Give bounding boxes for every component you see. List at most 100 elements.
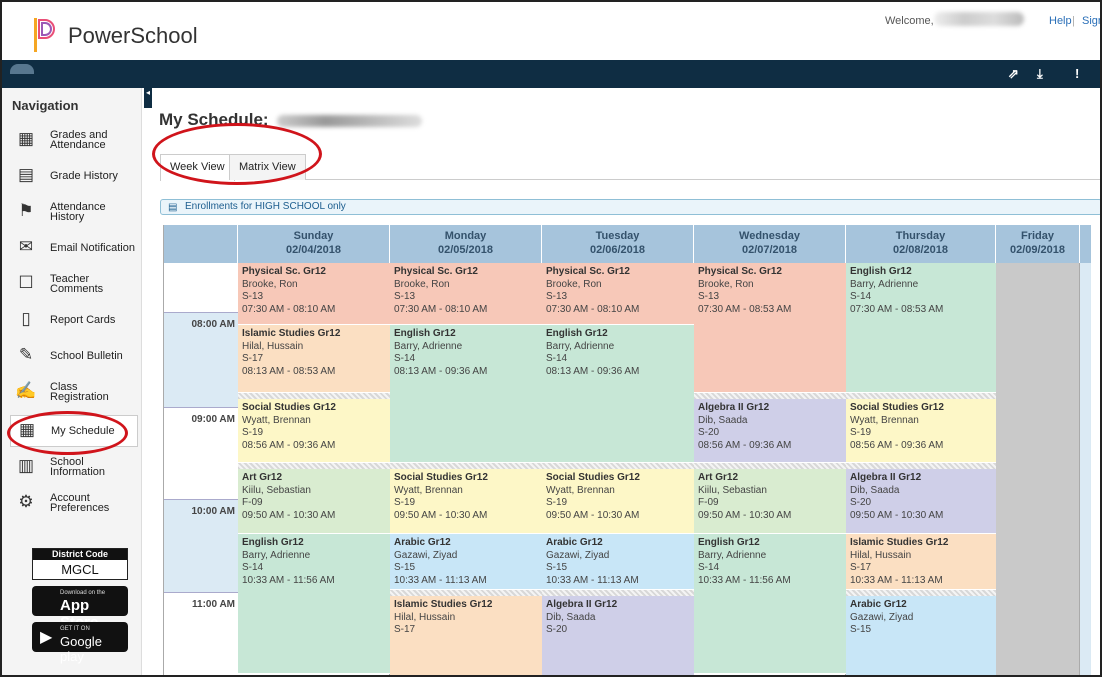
class-block[interactable]: Art Gr12 Kiilu, Sebastian F-09 09:50 AM - 1… — [694, 469, 846, 534]
teacher-name: Brooke, Ron — [394, 278, 450, 290]
class-block[interactable]: Islamic Studies Gr12 Hilal, Hussain S-17 10… — [846, 534, 996, 590]
district-code-badge: District Code MGCL — [32, 548, 128, 580]
class-block[interactable]: English Gr12 Barry, Adrienne S-14 10:33 AM … — [694, 534, 846, 674]
course-name: Islamic Studies Gr12 — [850, 537, 949, 548]
teacher-name: Hilal, Hussain — [850, 549, 912, 561]
sidebar-item-attendance[interactable]: ⚑ Attendance History — [10, 197, 138, 229]
class-block[interactable]: Arabic Gr12 Gazawi, Ziyad S-15 — [846, 596, 996, 675]
class-block[interactable]: English Gr12 Barry, Adrienne S-14 07:30 AM … — [846, 263, 996, 393]
teacher-name: Barry, Adrienne — [850, 278, 919, 290]
sidebar-item-comments[interactable]: ☐ Teacher Comments — [10, 269, 138, 301]
school-icon: ▥ — [17, 456, 35, 475]
time-slot: 08:00 AM — [164, 313, 238, 408]
room-number: S-13 — [242, 291, 264, 302]
app-store-badge[interactable]: Download on the App Store — [32, 586, 128, 631]
day-date: 02/07/2018 — [741, 244, 798, 256]
room-number: S-15 — [850, 624, 872, 635]
room-number: S-17 — [242, 353, 264, 364]
time-label: 09:00 AM — [191, 414, 235, 425]
sidebar-item-school-info[interactable]: ▥ School Information — [10, 452, 138, 484]
course-name: Algebra II Gr12 — [546, 599, 618, 610]
room-number: S-17 — [394, 624, 416, 635]
teacher-name: Wyatt, Brennan — [242, 414, 311, 426]
schedule-grid: Sunday 02/04/2018 Monday 02/05/2018 Tuesday 0… — [163, 225, 1091, 675]
room-number: S-14 — [546, 353, 568, 364]
report-cards-icon: ▯ — [21, 309, 31, 328]
sidebar-item-bulletin[interactable]: ✎ School Bulletin — [10, 341, 138, 373]
class-block[interactable]: Algebra II Gr12 Dib, Saada S-20 — [542, 596, 694, 675]
room-number: S-14 — [242, 562, 264, 573]
course-name: Social Studies Gr12 — [242, 402, 336, 413]
tab-week-view[interactable]: Week View — [160, 154, 235, 181]
room-number: S-13 — [546, 291, 568, 302]
class-time: 07:30 AM - 08:10 AM — [242, 303, 336, 315]
sidebar-item-grades[interactable]: ▦ Grades and Attendance — [10, 125, 138, 157]
room-number: S-19 — [546, 497, 568, 508]
class-time: 08:56 AM - 09:36 AM — [242, 439, 336, 451]
sidebar-item-email[interactable]: ✉ Email Notification — [10, 233, 138, 265]
class-block[interactable]: English Gr12 Barry, Adrienne S-14 08:13 AM … — [542, 325, 694, 463]
course-name: Islamic Studies Gr12 — [394, 599, 493, 610]
teacher-name: Gazawi, Ziyad — [850, 611, 914, 623]
course-name: Physical Sc. Gr12 — [394, 266, 478, 277]
course-name: Arabic Gr12 — [850, 599, 907, 610]
day-header: Tuesday 02/06/2018 — [542, 225, 694, 263]
class-block[interactable]: Algebra II Gr12 Dib, Saada S-20 09:50 AM - … — [846, 469, 996, 534]
sidebar-item-account-prefs[interactable]: ⚙ Account Preferences — [10, 488, 138, 520]
class-block[interactable]: Social Studies Gr12 Wyatt, Brennan S-19 09:… — [542, 469, 694, 534]
teacher-name: Hilal, Hussain — [242, 340, 304, 352]
google-play-badge[interactable]: ▶ GET IT ON Google play — [32, 622, 128, 664]
class-block[interactable]: Physical Sc. Gr12 Brooke, Ron S-13 07:30 AM… — [390, 263, 542, 325]
grade-history-icon: ▤ — [17, 165, 35, 184]
class-time: 08:13 AM - 09:36 AM — [546, 365, 640, 377]
class-time: 07:30 AM - 08:10 AM — [394, 303, 488, 315]
download-icon[interactable]: ⤓ — [1037, 66, 1043, 82]
collapse-sidebar-icon[interactable]: ◂ — [144, 88, 152, 108]
class-block[interactable]: Physical Sc. Gr12 Brooke, Ron S-13 07:30 AM… — [542, 263, 694, 325]
day-date: 02/05/2018 — [437, 244, 494, 256]
class-block[interactable]: Islamic Studies Gr12 Hilal, Hussain S-17 08… — [238, 325, 390, 393]
external-link-icon[interactable]: ⇗ — [1008, 66, 1019, 82]
bulletin-icon: ✎ — [18, 345, 34, 364]
email-icon: ✉ — [18, 237, 34, 256]
sidebar-item-report-cards[interactable]: ▯ Report Cards — [10, 305, 138, 337]
sidebar-item-registration[interactable]: ✍ Class Registration — [10, 377, 138, 409]
class-block[interactable]: Social Studies Gr12 Wyatt, Brennan S-19 08:… — [238, 399, 390, 463]
grades-icon: ▦ — [17, 129, 35, 148]
teacher-name: Hilal, Hussain — [394, 611, 456, 623]
day-name: Wednesday — [739, 230, 800, 242]
sidebar-item-label: Teacher Comments — [50, 273, 104, 295]
class-block[interactable]: Arabic Gr12 Gazawi, Ziyad S-15 10:33 AM - 1… — [542, 534, 694, 590]
class-block[interactable]: English Gr12 Barry, Adrienne S-14 10:33 AM … — [238, 534, 390, 674]
course-name: English Gr12 — [242, 537, 304, 548]
day-header: Thursday 02/08/2018 — [846, 225, 996, 263]
class-block[interactable]: Arabic Gr12 Gazawi, Ziyad S-15 10:33 AM - 1… — [390, 534, 542, 590]
course-name: Physical Sc. Gr12 — [546, 266, 630, 277]
comments-icon: ☐ — [18, 273, 34, 292]
room-number: S-15 — [546, 562, 568, 573]
class-time: 08:13 AM - 09:36 AM — [394, 365, 488, 377]
class-block[interactable]: Art Gr12 Kiilu, Sebastian F-09 09:50 AM - 1… — [238, 469, 390, 534]
time-column-header — [164, 225, 238, 263]
class-block[interactable]: English Gr12 Barry, Adrienne S-14 08:13 AM … — [390, 325, 542, 463]
tab-matrix-view[interactable]: Matrix View — [229, 154, 306, 180]
room-number: S-14 — [394, 353, 416, 364]
help-link[interactable]: Help — [1049, 15, 1072, 27]
class-block[interactable]: Algebra II Gr12 Dib, Saada S-20 08:56 AM - … — [694, 399, 846, 463]
class-block[interactable]: Social Studies Gr12 Wyatt, Brennan S-19 08:… — [846, 399, 996, 463]
teacher-name: Brooke, Ron — [242, 278, 298, 290]
sidebar-item-grade-history[interactable]: ▤ Grade History — [10, 161, 138, 193]
class-block[interactable]: Physical Sc. Gr12 Brooke, Ron S-13 07:30 AM… — [238, 263, 390, 325]
class-block[interactable]: Social Studies Gr12 Wyatt, Brennan S-19 09:… — [390, 469, 542, 534]
class-block[interactable]: Islamic Studies Gr12 Hilal, Hussain S-17 — [390, 596, 542, 675]
teacher-name: Wyatt, Brennan — [394, 484, 463, 496]
day-header: Sunday 02/04/2018 — [238, 225, 390, 263]
course-name: Arabic Gr12 — [546, 537, 603, 548]
nav-title: Navigation — [12, 98, 79, 113]
sign-out-link[interactable]: Sign — [1082, 15, 1100, 27]
room-number: S-14 — [698, 562, 720, 573]
alert-icon[interactable]: ! — [1075, 66, 1079, 81]
teacher-name: Dib, Saada — [850, 484, 900, 496]
class-block[interactable]: Physical Sc. Gr12 Brooke, Ron S-13 07:30 AM… — [694, 263, 846, 393]
nav-tab-shape — [10, 64, 34, 74]
